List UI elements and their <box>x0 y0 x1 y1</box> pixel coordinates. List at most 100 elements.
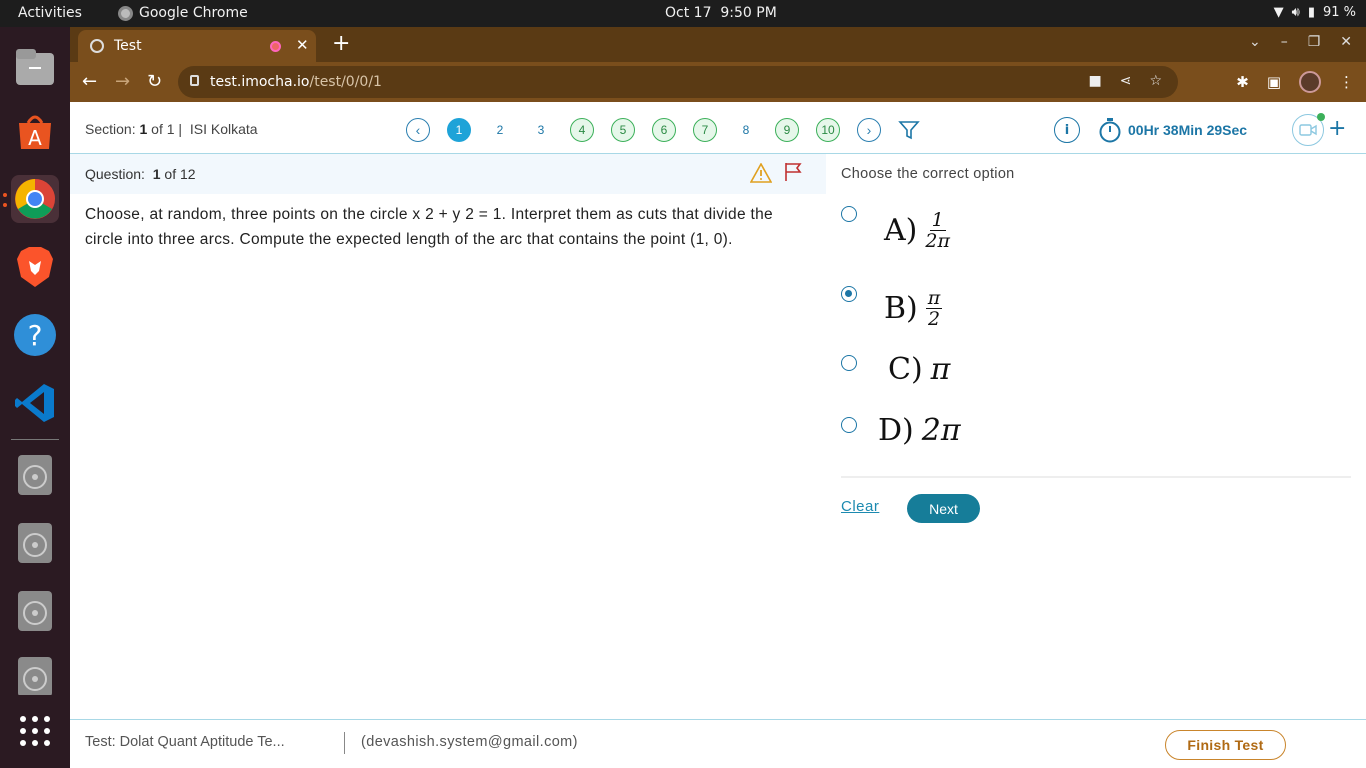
clear-link[interactable]: Clear <box>841 498 879 515</box>
option-a-label[interactable]: A) 1 2π <box>884 210 950 251</box>
url-path: /test/0/0/1 <box>309 74 382 90</box>
option-d-label[interactable]: D) 2π <box>878 413 961 448</box>
option-b[interactable] <box>841 286 857 302</box>
drive-icon[interactable] <box>11 655 59 695</box>
option-c-label[interactable]: C) π <box>888 352 950 387</box>
svg-text:A: A <box>28 126 42 150</box>
side-panel-icon[interactable]: ▣ <box>1267 73 1281 91</box>
drive-icon[interactable] <box>11 519 59 567</box>
drive-icon[interactable] <box>11 451 59 499</box>
software-center-icon[interactable]: A <box>11 107 59 155</box>
info-icon[interactable]: i <box>1054 117 1080 143</box>
active-indicator <box>3 193 7 197</box>
question-label: Question: <box>85 166 145 182</box>
option-d-radio[interactable] <box>841 417 857 433</box>
clock[interactable]: Oct 17 9:50 PM <box>665 5 777 21</box>
options-divider <box>841 476 1351 478</box>
option-c-letter: C) <box>888 352 923 387</box>
app-name: Google Chrome <box>139 5 248 21</box>
question-nav-2[interactable]: 2 <box>488 118 512 142</box>
stopwatch-icon <box>1099 118 1121 143</box>
option-a-denominator: 2π <box>925 230 950 252</box>
footer: Test: Dolat Quant Aptitude Te... (devash… <box>70 719 1366 768</box>
options-prompt: Choose the correct option <box>841 166 1015 182</box>
recording-icon <box>270 41 281 52</box>
question-total: of 12 <box>164 166 196 182</box>
forward-icon[interactable]: → <box>115 71 130 92</box>
option-b-fraction: π 2 <box>925 287 943 329</box>
camera-icon[interactable]: ■ <box>1088 73 1101 89</box>
brave-icon[interactable] <box>11 243 59 291</box>
minimize-icon[interactable]: – <box>1281 34 1288 50</box>
question-nav-6[interactable]: 6 <box>652 118 676 142</box>
next-question-icon[interactable]: › <box>857 118 881 142</box>
date: Oct 17 <box>665 5 712 21</box>
question-nav-1[interactable]: 1 <box>447 118 471 142</box>
report-warning-icon[interactable] <box>750 163 772 183</box>
profile-avatar[interactable] <box>1299 71 1321 93</box>
close-tab-icon[interactable]: ✕ <box>296 36 309 54</box>
timer-value: 00Hr 38Min 29Sec <box>1128 122 1248 138</box>
bookmark-star-icon[interactable]: ☆ <box>1149 73 1162 89</box>
test-name: Test: Dolat Quant Aptitude Te... <box>85 734 285 750</box>
chrome-icon[interactable] <box>11 175 59 223</box>
question-nav-4[interactable]: 4 <box>570 118 594 142</box>
help-icon[interactable]: ? <box>11 311 59 359</box>
drive-icon[interactable] <box>11 587 59 635</box>
address-bar[interactable]: test.imocha.io/test/0/0/1 ■ ⋖ ☆ <box>178 66 1178 98</box>
option-b-label[interactable]: B) π 2 <box>884 287 943 329</box>
maximize-icon[interactable]: ❐ <box>1308 34 1321 50</box>
activities-button[interactable]: Activities <box>18 5 82 21</box>
finish-test-button[interactable]: Finish Test <box>1165 730 1286 760</box>
camera-status-dot <box>1317 113 1325 121</box>
browser-toolbar: ← → ↻ test.imocha.io/test/0/0/1 ■ ⋖ ☆ ✱ … <box>70 62 1366 102</box>
tab-test[interactable]: Test ✕ <box>78 30 316 62</box>
question-nav-7[interactable]: 7 <box>693 118 717 142</box>
share-icon[interactable]: ⋖ <box>1120 73 1132 89</box>
option-d[interactable] <box>841 417 857 433</box>
tab-search-icon[interactable]: ⌄ <box>1249 34 1261 50</box>
question-nav-9[interactable]: 9 <box>775 118 799 142</box>
flag-icon[interactable] <box>784 162 802 182</box>
app-menu[interactable]: Google Chrome <box>118 5 248 21</box>
reload-icon[interactable]: ↻ <box>147 71 162 92</box>
question-pane: Question: 1 of 12 Choose, at random, thr… <box>70 154 826 719</box>
next-button[interactable]: Next <box>907 494 980 523</box>
close-window-icon[interactable]: ✕ <box>1340 34 1352 50</box>
dock: A ? <box>0 27 70 768</box>
question-nav-10[interactable]: 10 <box>816 118 840 142</box>
files-icon[interactable] <box>11 43 59 91</box>
section-label: Section: <box>85 121 136 137</box>
filter-icon[interactable] <box>898 119 920 141</box>
show-apps-icon[interactable] <box>11 707 59 755</box>
plus-icon[interactable]: + <box>1328 116 1346 141</box>
option-a-fraction: 1 2π <box>925 210 950 251</box>
option-c[interactable] <box>841 355 857 371</box>
option-a-numerator: 1 <box>929 209 946 231</box>
new-tab-icon[interactable]: + <box>332 31 350 56</box>
wifi-icon: ▼ <box>1273 5 1284 20</box>
system-top-bar: Activities Google Chrome Oct 17 9:50 PM … <box>0 0 1366 27</box>
question-nav-8[interactable]: 8 <box>734 118 758 142</box>
option-b-numerator: π <box>925 287 943 309</box>
section-name: ISI Kolkata <box>189 121 258 137</box>
prev-question-icon[interactable]: ‹ <box>406 118 430 142</box>
candidate-email: (devashish.system@gmail.com) <box>361 734 578 750</box>
timer: 00Hr 38Min 29Sec <box>1098 117 1247 143</box>
back-icon[interactable]: ← <box>82 71 97 92</box>
tab-strip: Test ✕ + ⌄ – ❐ ✕ <box>70 27 1366 62</box>
vscode-icon[interactable] <box>11 379 59 427</box>
option-c-radio[interactable] <box>841 355 857 371</box>
question-nav-3[interactable]: 3 <box>529 118 553 142</box>
question-number: 1 <box>152 166 161 182</box>
system-tray[interactable]: ▼ 🔊︎ ▮ 91 % <box>1274 5 1356 20</box>
menu-kebab-icon[interactable]: ⋮ <box>1339 73 1354 91</box>
question-nav-5[interactable]: 5 <box>611 118 635 142</box>
option-b-radio[interactable] <box>841 286 857 302</box>
question-counter: Question: 1 of 12 <box>85 166 196 182</box>
option-a[interactable] <box>841 206 857 222</box>
lock-icon[interactable] <box>190 75 199 86</box>
section-number: 1 <box>139 121 148 137</box>
option-a-radio[interactable] <box>841 206 857 222</box>
extensions-icon[interactable]: ✱ <box>1236 73 1249 91</box>
